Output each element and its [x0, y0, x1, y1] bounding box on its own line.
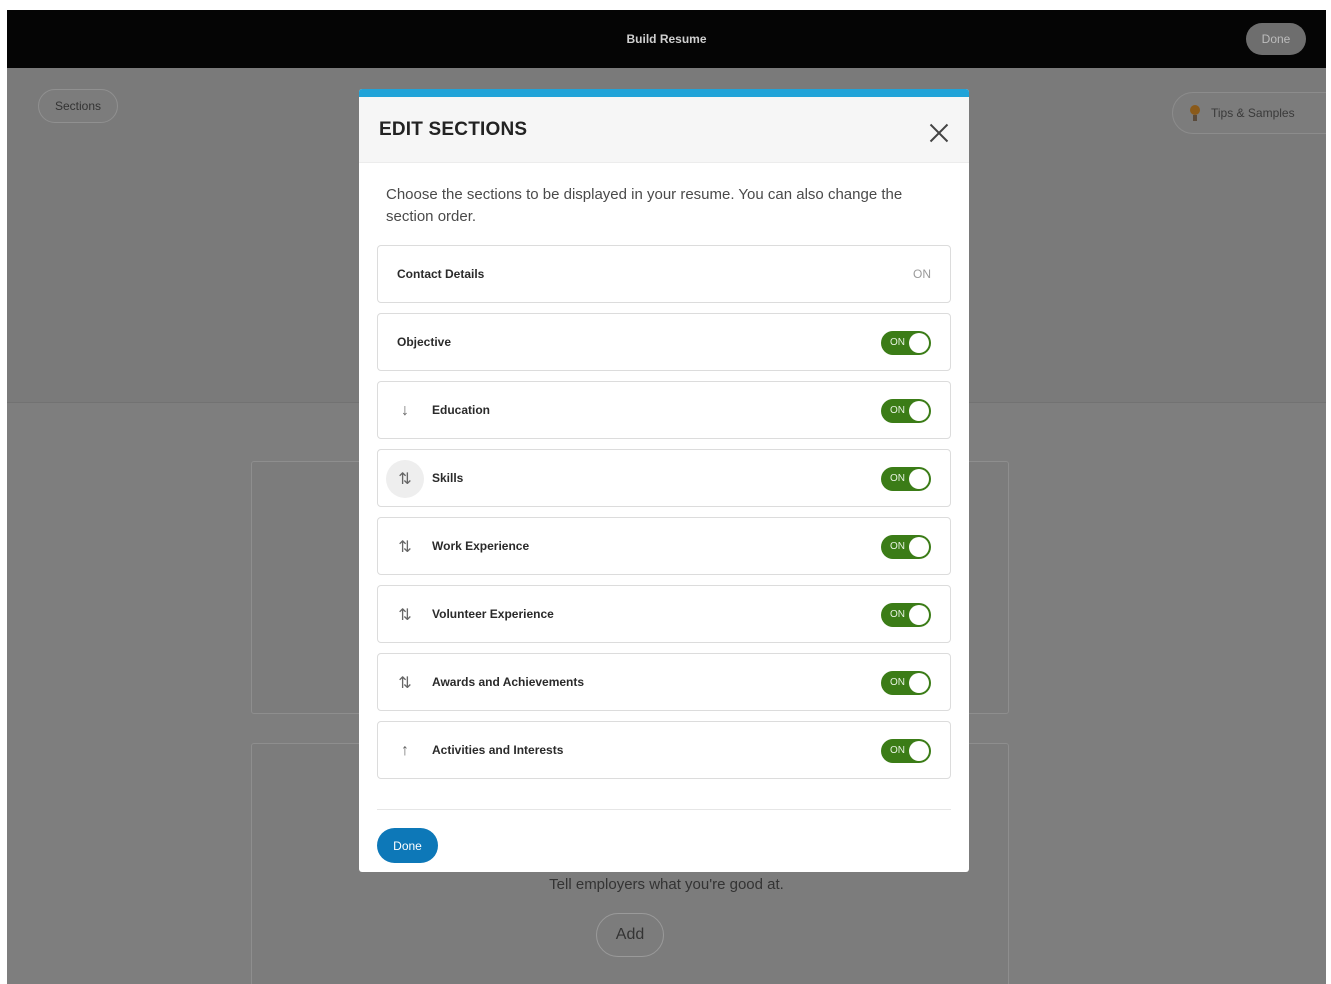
- section-row-label: Contact Details: [397, 267, 485, 281]
- toggle-knob: [909, 469, 929, 489]
- section-row-activities-interests: ↑ Activities and Interests ON: [377, 721, 951, 779]
- toggle-on-label: ON: [890, 609, 905, 620]
- section-row-label: Awards and Achievements: [432, 675, 585, 689]
- toggle-on-label: ON: [890, 677, 905, 688]
- modal-footer-divider: [377, 809, 951, 810]
- page-title: Build Resume: [626, 32, 707, 46]
- skills-add-button[interactable]: Add: [596, 913, 664, 957]
- sections-button[interactable]: Sections: [38, 89, 118, 123]
- reorder-icon[interactable]: ⇅: [386, 664, 424, 702]
- section-row-label: Education: [432, 403, 491, 417]
- move-down-icon[interactable]: ↓: [386, 392, 424, 430]
- toggle-on-label: ON: [890, 405, 905, 416]
- section-toggle-activities-interests[interactable]: ON: [881, 739, 931, 763]
- modal-title: EDIT SECTIONS: [379, 119, 528, 140]
- section-toggle-awards-achievements[interactable]: ON: [881, 671, 931, 695]
- modal-description: Choose the sections to be displayed in y…: [386, 186, 903, 225]
- app-stage: Build Resume Done Sections Tips & Sample…: [7, 10, 1326, 984]
- section-toggle-volunteer-experience[interactable]: ON: [881, 603, 931, 627]
- reorder-icon[interactable]: ⇅: [386, 528, 424, 566]
- section-row-label: Objective: [397, 335, 452, 349]
- section-row-label: Work Experience: [432, 539, 530, 553]
- section-toggle-skills[interactable]: ON: [881, 467, 931, 491]
- toggle-knob: [909, 537, 929, 557]
- section-row-education: ↓ Education ON: [377, 381, 951, 439]
- modal-header: EDIT SECTIONS: [359, 97, 969, 163]
- edit-sections-modal: EDIT SECTIONS Choose the sections to be …: [359, 89, 969, 872]
- section-row-contact-details: Contact Details ON: [377, 245, 951, 303]
- close-icon[interactable]: [927, 121, 951, 145]
- toggle-knob: [909, 401, 929, 421]
- toggle-knob: [909, 673, 929, 693]
- section-row-objective: Objective ON: [377, 313, 951, 371]
- lightbulb-icon: [1189, 104, 1201, 122]
- tips-samples-button[interactable]: Tips & Samples: [1172, 92, 1326, 134]
- section-toggle-objective[interactable]: ON: [881, 331, 931, 355]
- section-row-awards-achievements: ⇅ Awards and Achievements ON: [377, 653, 951, 711]
- toggle-on-label: ON: [890, 541, 905, 552]
- move-up-icon[interactable]: ↑: [386, 732, 424, 770]
- section-status-text: ON: [913, 267, 931, 281]
- section-row-skills: ⇅ Skills ON: [377, 449, 951, 507]
- tips-samples-label: Tips & Samples: [1211, 106, 1295, 120]
- toggle-on-label: ON: [890, 337, 905, 348]
- topbar-done-button[interactable]: Done: [1246, 23, 1306, 55]
- toggle-knob: [909, 333, 929, 353]
- modal-accent-bar: [359, 89, 969, 97]
- toggle-on-label: ON: [890, 745, 905, 756]
- section-row-label: Volunteer Experience: [432, 607, 554, 621]
- section-row-volunteer-experience: ⇅ Volunteer Experience ON: [377, 585, 951, 643]
- section-row-label: Activities and Interests: [432, 743, 564, 757]
- modal-done-button[interactable]: Done: [377, 828, 438, 863]
- section-toggle-work-experience[interactable]: ON: [881, 535, 931, 559]
- reorder-icon[interactable]: ⇅: [386, 460, 424, 498]
- toggle-knob: [909, 741, 929, 761]
- toggle-on-label: ON: [890, 473, 905, 484]
- section-row-label: Skills: [432, 471, 464, 485]
- section-toggle-education[interactable]: ON: [881, 399, 931, 423]
- section-row-work-experience: ⇅ Work Experience ON: [377, 517, 951, 575]
- top-bar: Build Resume Done: [7, 10, 1326, 68]
- toggle-knob: [909, 605, 929, 625]
- skills-card-description: Tell employers what you're good at.: [549, 876, 784, 893]
- reorder-icon[interactable]: ⇅: [386, 596, 424, 634]
